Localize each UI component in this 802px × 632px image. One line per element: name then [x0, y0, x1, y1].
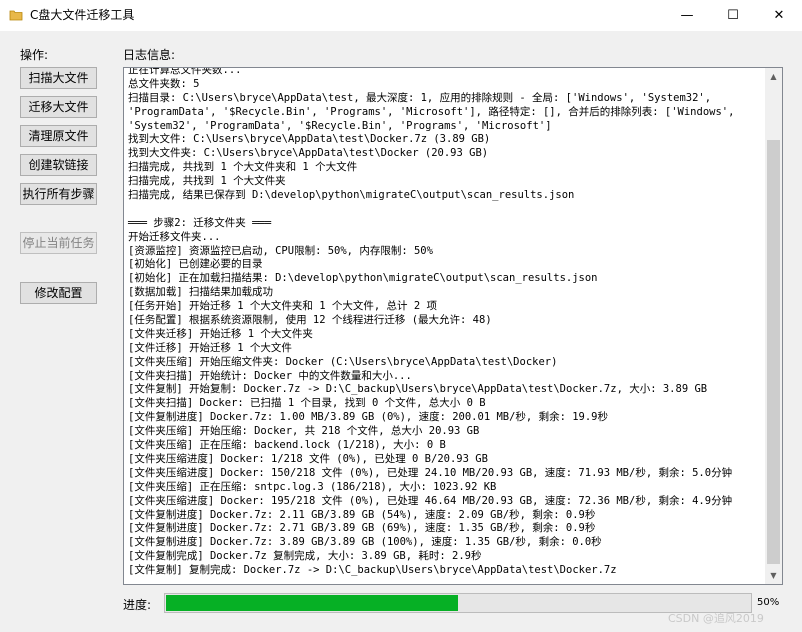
log-line: [文件夹压缩进度] Docker: 150/218 文件 (0%), 已处理 2… [128, 466, 733, 479]
log-line: [文件夹扫描] Docker: 已扫描 1 个目录, 找到 0 个文件, 总大小… [128, 397, 486, 410]
maximize-button[interactable]: ☐ [710, 0, 756, 31]
log-line: [初始化] 已创建必要的目录 [128, 258, 263, 271]
watermark: CSDN @追风2019 [668, 612, 764, 625]
log-line: [任务开始] 开始迁移 1 个大文件夹和 1 个大文件, 总计 2 项 [128, 300, 438, 313]
log-line: [文件复制] 复制完成: Docker.7z -> D:\C_backup\Us… [128, 564, 617, 577]
operations-label: 操作: [20, 48, 49, 62]
log-line: [文件夹压缩] 开始压缩: Docker, 共 218 个文件, 总大小 20.… [128, 425, 480, 438]
progress-bar-fill [166, 595, 458, 611]
log-line: [文件夹压缩进度] Docker: 1/218 文件 (0%), 已处理 0 B… [128, 452, 488, 465]
log-text-area[interactable]: 正在计算总文件夹数... 总文件夹数: 5 扫描目录: C:\Users\bryce… [123, 67, 783, 585]
scroll-down-icon[interactable]: ▼ [765, 567, 782, 584]
log-line: 扫描完成, 共找到 1 个大文件夹和 1 个大文件 [128, 161, 358, 174]
log-line: [文件夹压缩] 正在压缩: sntpc.log.3 (186/218), 大小:… [128, 480, 497, 493]
log-line: [文件复制进度] Docker.7z: 1.00 MB/3.89 GB (0%)… [128, 411, 609, 424]
log-line: [数据加载] 扫描结果加载成功 [128, 286, 273, 299]
close-button[interactable]: ✕ [756, 0, 802, 31]
progress-bar [164, 593, 752, 613]
clean-original-files-button[interactable]: 清理原文件 [20, 125, 97, 147]
log-line: [文件复制进度] Docker.7z: 3.89 GB/3.89 GB (100… [128, 536, 602, 549]
log-line: [初始化] 正在加载扫描结果: D:\develop\python\migrat… [128, 272, 598, 285]
log-line: [文件复制完成] Docker.7z 复制完成, 大小: 3.89 GB, 耗时… [128, 550, 482, 563]
log-line: 正在计算总文件夹数... [128, 67, 242, 76]
log-line: 扫描完成, 结果已保存到 D:\develop\python\migrateC\… [128, 189, 575, 202]
minimize-button[interactable]: — [664, 0, 710, 31]
log-line: 总文件夹数: 5 [128, 77, 200, 90]
app-icon [9, 8, 23, 22]
scroll-thumb[interactable] [767, 140, 780, 564]
log-line: [资源监控] 资源监控已启动, CPU限制: 50%, 内存限制: 50% [128, 244, 433, 257]
log-line: 'ProgramData', '$Recycle.Bin', 'Programs… [128, 105, 735, 118]
stop-current-task-button[interactable]: 停止当前任务 [20, 232, 97, 254]
log-label: 日志信息: [123, 48, 176, 62]
log-line: 扫描目录: C:\Users\bryce\AppData\test, 最大深度:… [128, 91, 712, 104]
log-content: 正在计算总文件夹数... 总文件夹数: 5 扫描目录: C:\Users\bryce… [128, 67, 762, 578]
log-line: [文件夹压缩进度] Docker: 195/218 文件 (0%), 已处理 4… [128, 494, 733, 507]
log-scrollbar[interactable]: ▲ ▼ [765, 68, 782, 584]
log-line: [任务配置] 根据系统资源限制, 使用 12 个线程进行迁移 (最大允许: 48… [128, 314, 492, 327]
migrate-large-files-button[interactable]: 迁移大文件 [20, 96, 97, 118]
scroll-up-icon[interactable]: ▲ [765, 68, 782, 85]
log-line: 找到大文件夹: C:\Users\bryce\AppData\test\Dock… [128, 147, 489, 160]
log-line: ═══ 步骤2: 迁移文件夹 ═══ [128, 216, 272, 229]
progress-label: 进度: [123, 598, 152, 612]
log-line: 开始迁移文件夹... [128, 230, 221, 243]
log-line: [文件复制进度] Docker.7z: 2.11 GB/3.89 GB (54%… [128, 508, 596, 521]
title-bar: C盘大文件迁移工具 — ☐ ✕ [0, 0, 802, 31]
log-line: [文件夹压缩] 正在压缩: backend.lock (1/218), 大小: … [128, 439, 446, 452]
progress-percent: 50% [757, 597, 780, 608]
log-line: [文件复制] 开始复制: Docker.7z -> D:\C_backup\Us… [128, 383, 708, 396]
log-line: 找到大文件: C:\Users\bryce\AppData\test\Docke… [128, 133, 491, 146]
modify-config-button[interactable]: 修改配置 [20, 282, 97, 304]
log-line: [文件夹扫描] 开始统计: Docker 中的文件数量和大小... [128, 369, 412, 382]
log-line: [文件夹迁移] 开始迁移 1 个大文件夹 [128, 327, 313, 340]
run-all-steps-button[interactable]: 执行所有步骤 [20, 183, 97, 205]
create-symlink-button[interactable]: 创建软链接 [20, 154, 97, 176]
log-line: [文件迁移] 开始迁移 1 个大文件 [128, 341, 292, 354]
log-line: 'System32', 'ProgramData', '$Recycle.Bin… [128, 119, 552, 132]
log-line: [文件复制进度] Docker.7z: 2.71 GB/3.89 GB (69%… [128, 522, 596, 535]
scan-large-files-button[interactable]: 扫描大文件 [20, 67, 97, 89]
log-line: [文件夹压缩] 开始压缩文件夹: Docker (C:\Users\bryce\… [128, 355, 558, 368]
window-title: C盘大文件迁移工具 [30, 8, 135, 22]
log-line: 扫描完成, 共找到 1 个大文件夹 [128, 175, 286, 188]
